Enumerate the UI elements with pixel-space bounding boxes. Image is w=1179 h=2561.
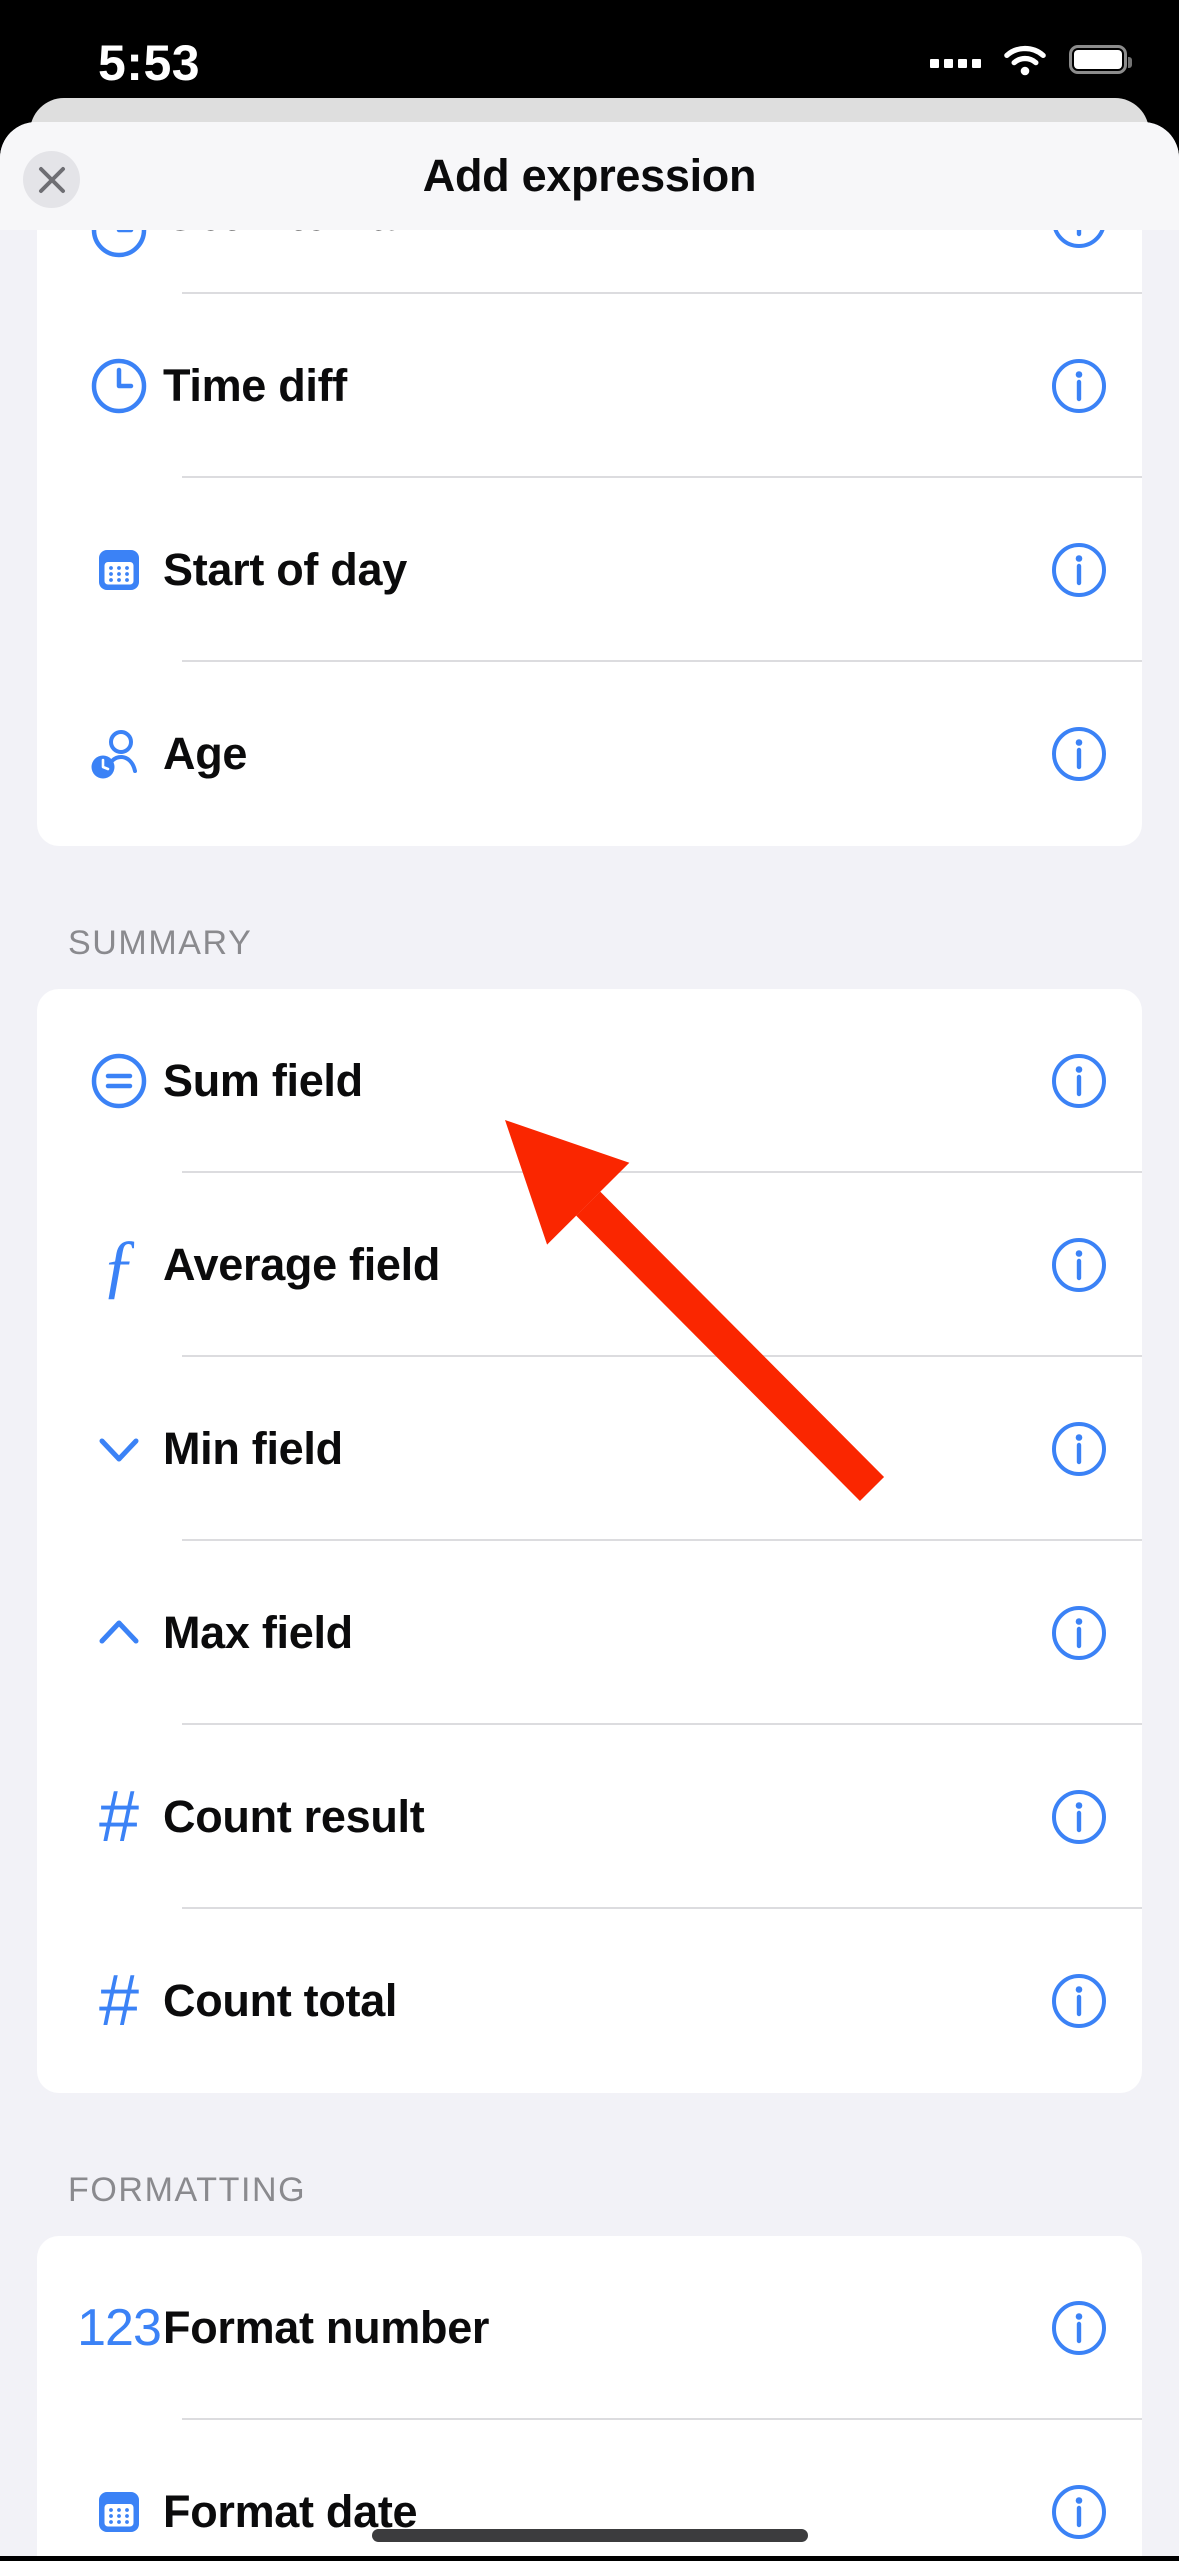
list-item-get-interval[interactable]: Get interval (37, 230, 1142, 294)
list-item-min-field[interactable]: Min field (37, 1357, 1142, 1541)
list-item-label: Format number (163, 2302, 490, 2353)
equals-circle-icon (75, 1037, 163, 1125)
list-item-sum-field[interactable]: Sum field (37, 989, 1142, 1173)
section-card-formatting: 123 Format number Format date (37, 2236, 1142, 2556)
section-card-summary: Sum field ƒ Average field Min field Max … (37, 989, 1142, 2093)
list-item-format-number[interactable]: 123 Format number (37, 2236, 1142, 2420)
list-item-age[interactable]: Age (37, 662, 1142, 846)
page-title: Add expression (422, 150, 757, 201)
list-item-max-field[interactable]: Max field (37, 1541, 1142, 1725)
person-clock-icon (75, 710, 163, 798)
sheet-header: Add expression (0, 122, 1179, 230)
list-item-count-result[interactable]: # Count result (37, 1725, 1142, 1909)
status-bar-time: 5:53 (98, 35, 201, 91)
clock-icon (75, 342, 163, 430)
status-bar-indicators (930, 36, 1132, 82)
chevron-up-icon (75, 1589, 163, 1677)
list-item-label: Get interval (163, 230, 1050, 241)
info-icon[interactable] (1050, 2483, 1108, 2541)
list-item-label: Count total (163, 1975, 398, 2026)
section-header-summary: SUMMARY (68, 924, 253, 962)
list-item-label: Sum field (163, 1055, 363, 1106)
section-header-formatting: FORMATTING (68, 2171, 307, 2209)
info-icon[interactable] (1050, 541, 1108, 599)
hash-glyph: # (98, 1961, 140, 2041)
info-icon[interactable] (1050, 725, 1108, 783)
calendar-filled-icon (75, 2468, 163, 2556)
calendar-filled-icon (75, 526, 163, 614)
hash-icon: # (75, 1773, 163, 1861)
wifi-icon (1003, 42, 1047, 76)
function-glyph: ƒ (101, 1225, 137, 1305)
hash-icon: # (75, 1957, 163, 2045)
info-icon[interactable] (1050, 1052, 1108, 1110)
list-item-count-total[interactable]: # Count total (37, 1909, 1142, 2093)
info-icon[interactable] (1050, 1420, 1108, 1478)
home-indicator (371, 2529, 808, 2542)
signal-dots-icon (930, 50, 981, 68)
info-icon[interactable] (1050, 1604, 1108, 1662)
numbers-123-icon: 123 (75, 2284, 163, 2372)
list-item-label: Average field (163, 1239, 441, 1290)
add-expression-sheet: Add expression Get interval (0, 122, 1179, 2556)
list-item-average-field[interactable]: ƒ Average field (37, 1173, 1142, 1357)
info-icon[interactable] (1050, 1788, 1108, 1846)
hash-glyph: # (98, 1777, 140, 1857)
list-item-label: Time diff (163, 360, 347, 411)
chevron-down-icon (75, 1405, 163, 1493)
function-icon: ƒ (75, 1221, 163, 1309)
expression-list-scroll[interactable]: Get interval Time diff (0, 230, 1179, 2556)
list-item-label: Min field (163, 1423, 343, 1474)
numbers-glyph: 123 (77, 2299, 162, 2357)
info-icon[interactable] (1050, 1236, 1108, 1294)
list-item-start-of-day[interactable]: Start of day (37, 478, 1142, 662)
battery-icon (1069, 44, 1132, 74)
section-card-date-time: Get interval Time diff (37, 230, 1142, 846)
list-item-label: Count result (163, 1791, 425, 1842)
list-item-label: Start of day (163, 544, 407, 595)
clock-icon (75, 230, 163, 274)
info-icon[interactable] (1050, 357, 1108, 415)
list-item-time-diff[interactable]: Time diff (37, 294, 1142, 478)
list-item-label: Age (163, 728, 248, 779)
info-icon[interactable] (1050, 1972, 1108, 2030)
list-item-label: Max field (163, 1607, 353, 1658)
info-icon[interactable] (1050, 230, 1108, 250)
info-icon[interactable] (1050, 2299, 1108, 2357)
